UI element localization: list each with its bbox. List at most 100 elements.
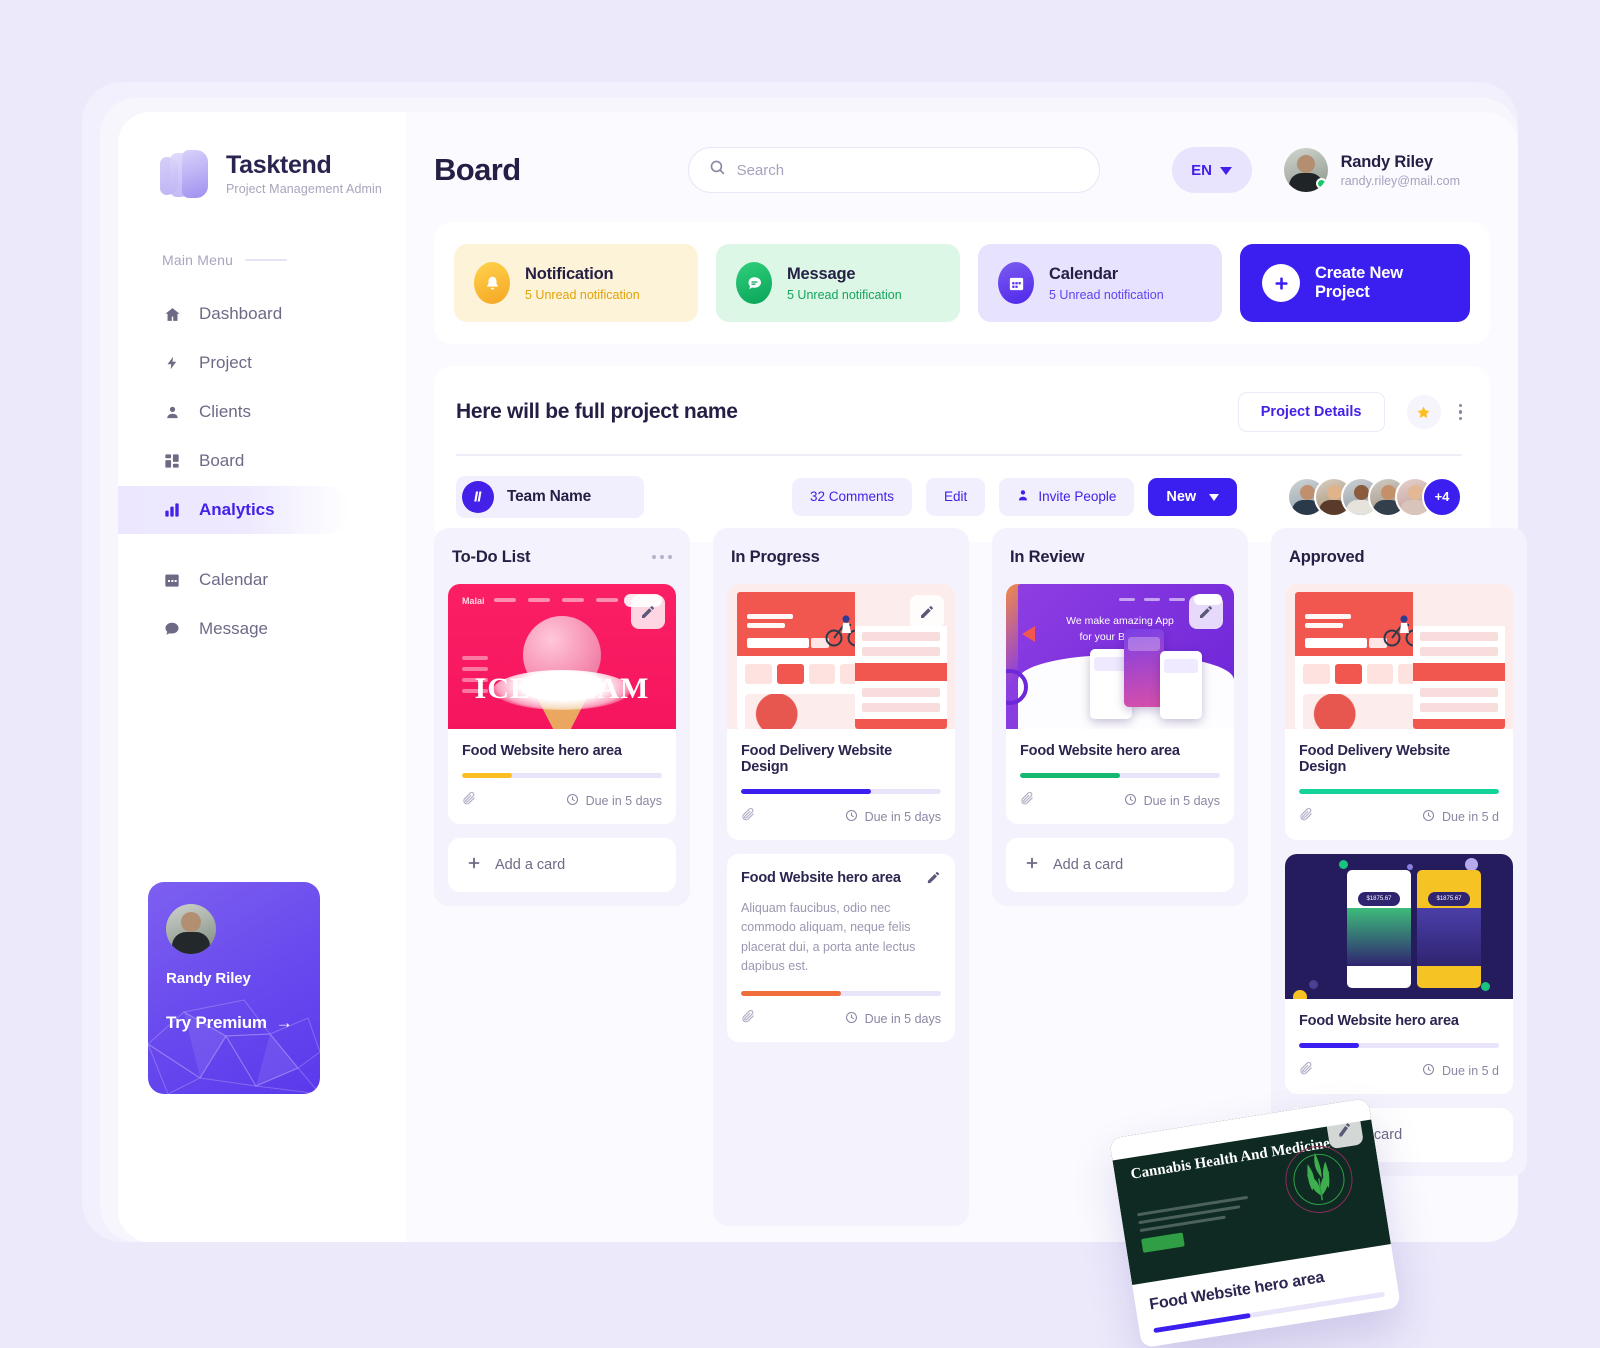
due-date: Due in 5 days <box>566 793 662 809</box>
search-icon <box>709 159 726 181</box>
column-title: Approved <box>1289 547 1365 566</box>
paperclip-icon[interactable] <box>1299 1061 1314 1081</box>
clock-icon <box>1124 793 1137 809</box>
invite-people-button[interactable]: Invite People <box>999 477 1135 516</box>
divider <box>456 454 1462 456</box>
more-horizontal-icon[interactable] <box>652 555 676 559</box>
kanban-card[interactable]: Food Delivery Website Design Due in 5 d <box>1285 584 1513 840</box>
plus-icon <box>1262 264 1300 302</box>
message-card[interactable]: Message 5 Unread notification <box>716 244 960 322</box>
card-title: Notification <box>525 264 614 283</box>
new-dropdown-button[interactable]: New <box>1148 477 1238 516</box>
notification-card[interactable]: Notification 5 Unread notification <box>454 244 698 322</box>
bar-chart-icon <box>162 500 182 520</box>
sidebar-item-board[interactable]: Board <box>118 437 406 485</box>
team-avatar-stack[interactable]: +4 <box>1287 476 1462 517</box>
clock-icon <box>1422 809 1435 825</box>
sidebar-item-label: Dashboard <box>199 304 283 323</box>
pencil-icon[interactable] <box>910 595 944 629</box>
pencil-icon[interactable] <box>631 595 665 629</box>
chat-icon <box>162 619 182 639</box>
kanban-column-approved: Approved Food Delivery Website Design Du… <box>1271 528 1527 1176</box>
due-date: Due in 5 days <box>845 1011 941 1027</box>
card-title: Food Website hero area <box>1299 1013 1459 1029</box>
pencil-icon[interactable] <box>1325 1110 1364 1150</box>
language-selector[interactable]: EN <box>1171 147 1252 193</box>
kanban-card[interactable]: We make amazing App for your Business Foo… <box>1006 584 1234 824</box>
brand-name: Tasktend <box>226 150 332 179</box>
add-card-label: Add a card <box>495 857 566 873</box>
card-body: Food Website hero area Aliquam faucibus,… <box>727 854 955 1042</box>
clock-icon <box>1422 1063 1435 1079</box>
dragged-kanban-card[interactable]: Cannabis Health And Medicine Food Websit… <box>1109 1097 1401 1348</box>
progress-bar <box>1299 789 1499 794</box>
clock-icon <box>566 793 579 809</box>
create-new-project-button[interactable]: Create New Project <box>1240 244 1470 322</box>
sidebar-item-label: Calendar <box>199 570 268 589</box>
kanban-card[interactable]: Malai ICECREAM Food Website hero area Du… <box>448 584 676 824</box>
try-premium-promo-card[interactable]: Randy Riley Try Premium → <box>148 882 320 1094</box>
progress-bar <box>741 789 941 794</box>
team-name: Team Name <box>507 487 592 505</box>
kanban-card[interactable]: $1875.67 $1875.67 Food Website hero area <box>1285 854 1513 1094</box>
kanban-card[interactable]: Food Delivery Website Design Due in 5 da… <box>727 584 955 840</box>
paperclip-icon[interactable] <box>1299 807 1314 827</box>
card-body: Food Website hero area Due in 5 d <box>1285 999 1513 1094</box>
team-chip[interactable]: Team Name <box>456 475 644 518</box>
add-card-button[interactable]: Add a card <box>448 838 676 892</box>
pencil-icon[interactable] <box>926 870 941 890</box>
sidebar-item-clients[interactable]: Clients <box>118 388 406 436</box>
paperclip-icon[interactable] <box>462 791 477 811</box>
avatar-overflow-badge[interactable]: +4 <box>1422 476 1462 517</box>
due-label: Due in 5 d <box>1442 1064 1499 1078</box>
sidebar-item-dashboard[interactable]: Dashboard <box>118 290 406 338</box>
new-label: New <box>1166 488 1197 505</box>
search-bar[interactable] <box>687 147 1100 193</box>
paperclip-icon[interactable] <box>741 807 756 827</box>
search-input[interactable] <box>736 161 1079 179</box>
add-card-button[interactable]: Add a card <box>1006 838 1234 892</box>
calendar-icon <box>998 262 1034 304</box>
progress-bar <box>462 773 662 778</box>
sidebar-item-analytics[interactable]: Analytics <box>118 486 350 534</box>
paperclip-icon[interactable] <box>741 1009 756 1029</box>
sidebar-item-message[interactable]: Message <box>118 605 406 653</box>
card-footer: Due in 5 days <box>741 1009 941 1029</box>
column-title: In Progress <box>731 547 820 566</box>
card-subtitle: 5 Unread notification <box>525 287 640 302</box>
column-header: Approved <box>1285 544 1513 570</box>
card-title: Food Delivery Website Design <box>1299 743 1451 775</box>
profile-name: Randy Riley <box>1340 152 1433 171</box>
user-profile[interactable]: Randy Riley randy.riley@mail.com <box>1283 148 1460 192</box>
bell-icon <box>474 262 510 304</box>
column-header: In Progress <box>727 544 955 570</box>
home-icon <box>162 304 182 324</box>
sidebar: Tasktend Project Management Admin Main M… <box>118 112 406 1242</box>
paperclip-icon[interactable] <box>1020 791 1035 811</box>
layers-logo-icon <box>160 150 212 198</box>
sidebar-item-calendar[interactable]: Calendar <box>118 556 406 604</box>
comments-button[interactable]: 32 Comments <box>792 477 913 516</box>
top-bar: Board EN Randy Riley randy.riley@mail.co… <box>406 134 1518 206</box>
card-subtitle: 5 Unread notification <box>787 287 902 302</box>
status-cards-strip: Notification 5 Unread notification Messa… <box>434 222 1490 344</box>
pencil-icon[interactable] <box>1189 595 1223 629</box>
calendar-card[interactable]: Calendar 5 Unread notification <box>978 244 1222 322</box>
progress-bar <box>1299 1043 1499 1048</box>
user-icon <box>162 402 182 422</box>
project-panel-toolbar: Team Name 32 Comments Edit Invite People… <box>456 475 1462 518</box>
menu-divider <box>245 259 288 261</box>
kanban-card[interactable]: Food Website hero area Aliquam faucibus,… <box>727 854 955 1042</box>
project-details-button[interactable]: Project Details <box>1237 392 1385 432</box>
card-body: Food Delivery Website Design Due in 5 d <box>1285 729 1513 840</box>
calendar-icon <box>162 570 182 590</box>
column-header: In Review <box>1006 544 1234 570</box>
edit-button[interactable]: Edit <box>926 477 986 516</box>
sidebar-item-project[interactable]: Project <box>118 339 406 387</box>
project-name: Here will be full project name <box>456 400 738 423</box>
food-delivery-artwork-right <box>1413 588 1505 729</box>
card-footer: Due in 5 d <box>1299 1061 1499 1081</box>
star-icon[interactable] <box>1406 395 1441 429</box>
more-vertical-icon[interactable] <box>1458 403 1462 421</box>
